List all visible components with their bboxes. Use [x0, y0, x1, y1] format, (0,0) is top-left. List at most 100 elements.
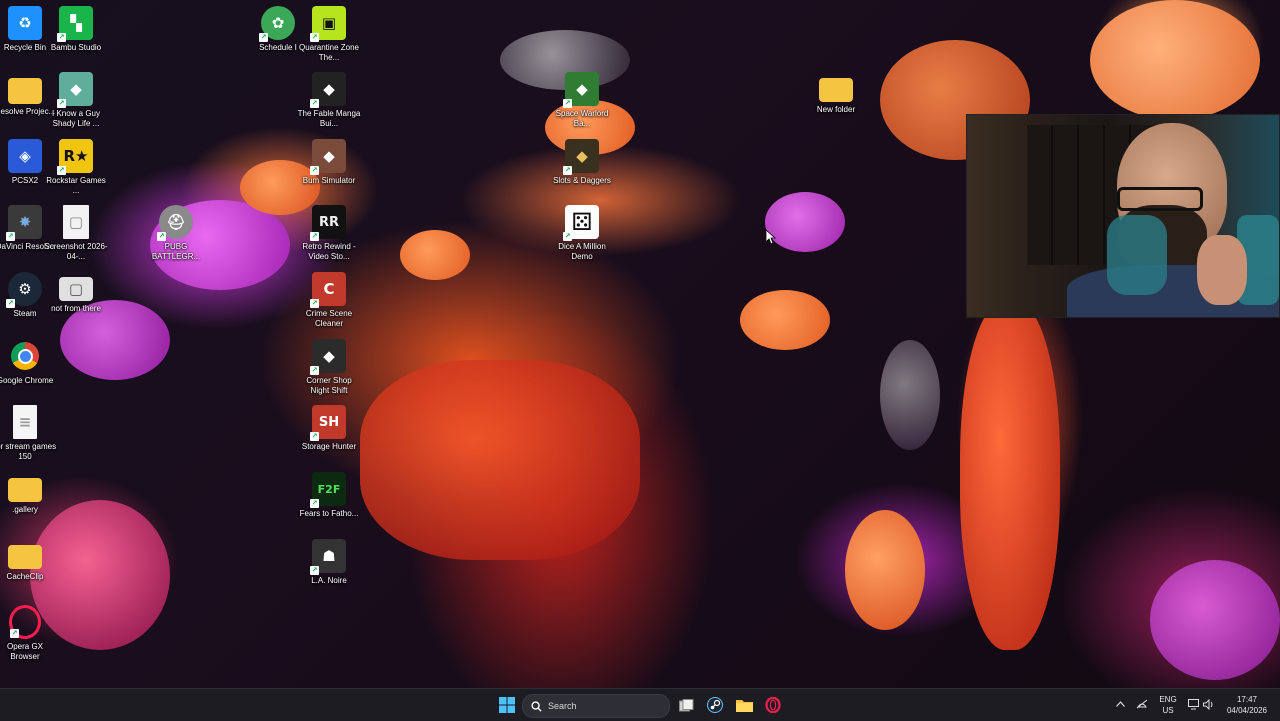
file-explorer-button[interactable]	[731, 693, 757, 717]
icon-label: Corner Shop Night Shift	[306, 376, 352, 395]
icon-label: New folder	[816, 105, 856, 114]
icon-label: I Know a Guy Shady Life ...	[51, 109, 101, 128]
rockstar-icon: R★ ↗	[57, 139, 93, 175]
folder-icon	[735, 700, 753, 712]
webcam-person-glasses	[1117, 187, 1203, 211]
icon-label: PUBG BATTLEGR...	[151, 242, 201, 261]
bambu-studio-icon: ▚ ↗	[57, 6, 93, 42]
steam-icon: ⚙ ↗	[6, 272, 42, 308]
opera-gx-icon	[765, 697, 781, 713]
webcam-overlay	[966, 114, 1280, 318]
desktop-icon-dice-a-million[interactable]: ⚄ ↗ Dice A Million Demo	[550, 205, 614, 262]
storage-hunter-icon: SH ↗	[310, 405, 346, 441]
folder-icon	[819, 78, 853, 102]
task-view-icon	[678, 698, 693, 711]
desktop-icon-crime-scene-cleaner[interactable]: C ↗ Crime Scene Cleaner	[297, 272, 361, 329]
desktop-icon-quarantine-zone[interactable]: ▣ ↗ Quarantine Zone The...	[297, 6, 361, 63]
icon-label: Bambu Studio	[50, 43, 102, 52]
notification-off-icon[interactable]	[1136, 699, 1148, 710]
desktop-icon-retro-rewind[interactable]: RR ↗ Retro Rewind - Video Sto...	[297, 205, 361, 262]
wallpaper-blob	[1090, 0, 1260, 120]
icon-label: Screenshot 2026-04-...	[44, 242, 108, 261]
fears-to-fathom-icon: F2F ↗	[310, 472, 346, 508]
volume-icon[interactable]	[1203, 699, 1215, 710]
search-placeholder: Search	[548, 701, 577, 711]
wallpaper-blob	[360, 360, 640, 560]
chevron-up-icon[interactable]	[1116, 701, 1125, 707]
icon-label: Rockstar Games ...	[46, 176, 106, 195]
icon-label: Quarantine Zone The...	[298, 43, 360, 62]
schedule-i-icon: ✿ ↗	[259, 6, 295, 42]
desktop-icon-screenshot[interactable]: ▢ Screenshot 2026-04-...	[44, 205, 108, 262]
desktop-icon-bum-simulator[interactable]: ◆ ↗ Bum Simulator	[297, 139, 361, 186]
desktop-icon-google-chrome[interactable]: Google Chrome	[0, 339, 57, 386]
wallpaper-blob	[400, 230, 470, 280]
clock[interactable]: 17:47 04/04/2026	[1224, 694, 1270, 716]
icon-label: Bum Simulator	[302, 176, 356, 185]
desktop-icon-gallery[interactable]: .gallery	[0, 472, 57, 515]
desktop-icon-slots-daggers[interactable]: ◆ ↗ Slots & Daggers	[550, 139, 614, 186]
retro-rewind-icon: RR ↗	[310, 205, 346, 241]
language-indicator[interactable]: ENG US	[1156, 694, 1180, 716]
clock-date: 04/04/2026	[1226, 706, 1268, 715]
windows-icon	[499, 697, 515, 713]
recycle-bin-icon: ♻	[8, 6, 42, 40]
task-view-button[interactable]	[673, 693, 699, 717]
desktop-icon-for-stream-games[interactable]: ≡ for stream games 150	[0, 405, 57, 462]
steam-taskbar-button[interactable]	[702, 693, 728, 717]
icon-label: Google Chrome	[0, 376, 54, 385]
icon-label: CacheClip	[6, 572, 44, 581]
desktop-icon-rockstar-games[interactable]: R★ ↗ Rockstar Games ...	[44, 139, 108, 196]
opera-gx-icon: O↗	[9, 605, 41, 639]
webcam-hand	[1197, 235, 1247, 305]
dice-icon: ⚄ ↗	[563, 205, 599, 241]
game-icon: ◆ ↗	[563, 139, 599, 175]
icon-label: The Fable Manga Bui...	[297, 109, 361, 128]
la-noire-icon: ☗ ↗	[310, 539, 346, 575]
desktop-icon-cacheclip[interactable]: CacheClip	[0, 539, 57, 582]
image-file-icon: ▢	[59, 277, 93, 301]
desktop-icon-new-folder[interactable]: New folder	[804, 72, 868, 115]
webcam-chair	[1107, 215, 1167, 295]
desktop-icon-the-fable[interactable]: ◆ ↗ The Fable Manga Bui...	[297, 72, 361, 129]
keyboard-layout: US	[1162, 706, 1174, 715]
mouse-cursor-icon	[766, 230, 776, 244]
folder-icon	[8, 78, 42, 104]
wallpaper-blob	[740, 290, 830, 350]
icon-label: Dice A Million Demo	[558, 242, 606, 261]
wallpaper-blob	[1150, 560, 1280, 680]
taskbar-search-box[interactable]: Search	[522, 694, 670, 718]
folder-icon	[8, 478, 42, 502]
chrome-icon	[11, 342, 39, 370]
icon-label: Space Warlord Ba...	[555, 109, 609, 128]
game-icon: ◆ ↗	[563, 72, 599, 108]
start-button[interactable]	[494, 693, 520, 717]
desktop-icon-storage-hunter[interactable]: SH ↗ Storage Hunter	[297, 405, 361, 452]
desktop-icon-i-know-a-guy[interactable]: ◆ ↗ I Know a Guy Shady Life ...	[44, 72, 108, 129]
desktop-icon-opera-gx[interactable]: O↗ Opera GX Browser	[0, 605, 57, 662]
opera-gx-taskbar-button[interactable]	[760, 693, 786, 717]
crime-scene-icon: C ↗	[310, 272, 346, 308]
wallpaper-blob	[765, 192, 845, 252]
image-file-icon: ▢	[63, 205, 89, 239]
steam-icon	[707, 697, 723, 713]
desktop-icon-fears-to-fathom[interactable]: F2F ↗ Fears to Fatho...	[297, 472, 361, 519]
text-file-icon: ≡	[13, 405, 37, 439]
desktop-icon-not-from-there[interactable]: ▢ not from there	[44, 272, 108, 314]
desktop-icon-bambu-studio[interactable]: ▚ ↗ Bambu Studio	[44, 6, 108, 53]
clock-time: 17:47	[1236, 695, 1258, 704]
icon-label: for stream games 150	[0, 442, 57, 461]
icon-label: Retro Rewind - Video Sto...	[302, 242, 356, 261]
game-icon: ◆ ↗	[310, 72, 346, 108]
desktop-icon-pubg[interactable]: ⛑ ↗ PUBG BATTLEGR...	[144, 205, 208, 262]
davinci-resolve-icon: ✸ ↗	[6, 205, 42, 241]
icon-label: Slots & Daggers	[553, 176, 611, 185]
game-icon: ◆ ↗	[310, 139, 346, 175]
desktop-icon-space-warlord[interactable]: ◆ ↗ Space Warlord Ba...	[550, 72, 614, 129]
monitor-icon[interactable]	[1188, 699, 1199, 710]
desktop-icon-la-noire[interactable]: ☗ ↗ L.A. Noire	[297, 539, 361, 586]
game-icon: ◆ ↗	[57, 72, 93, 108]
language-code: ENG	[1159, 695, 1177, 704]
taskbar: Search ENG US 17:47 04/04/2026	[0, 688, 1280, 721]
desktop-icon-corner-shop[interactable]: ◆ ↗ Corner Shop Night Shift	[297, 339, 361, 396]
